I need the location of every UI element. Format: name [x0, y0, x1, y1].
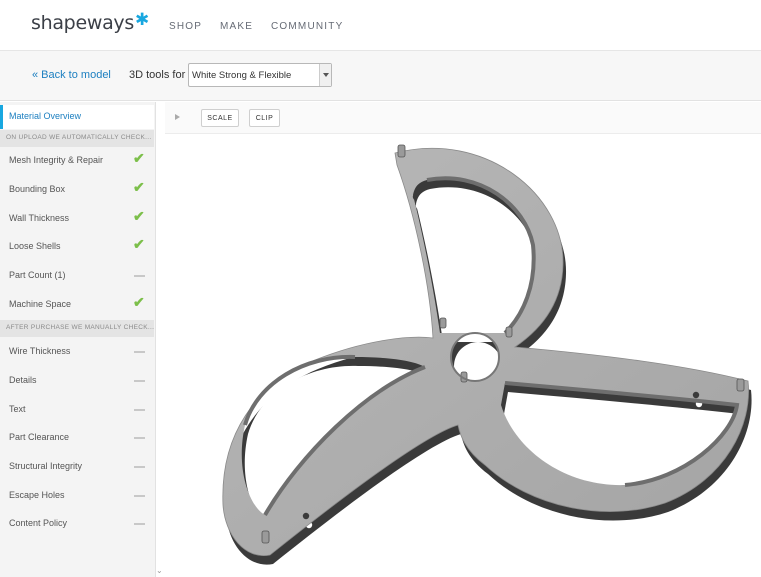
- nav-shop[interactable]: SHOP: [169, 21, 202, 32]
- check-icon: ✔: [133, 236, 145, 252]
- tools-toolbar: « Back to model 3D tools for White Stron…: [0, 51, 761, 101]
- check-item-part-clearance[interactable]: Part Clearance: [0, 424, 154, 452]
- auto-check-header-text: ON UPLOAD WE AUTOMATICALLY CHECK...: [6, 134, 152, 141]
- check-item-label: Mesh Integrity & Repair: [9, 155, 104, 165]
- expand-arrow-icon[interactable]: [175, 114, 180, 120]
- logo-text: shapeways: [31, 12, 134, 34]
- material-select-value: White Strong & Flexible: [192, 70, 292, 81]
- check-icon: ✔: [133, 179, 145, 195]
- check-item-text[interactable]: Text: [0, 396, 154, 424]
- tools-for-label: 3D tools for: [129, 69, 186, 81]
- check-item-wall-thickness[interactable]: Wall Thickness ✔: [0, 205, 154, 233]
- clip-button[interactable]: CLIP: [249, 109, 280, 127]
- top-header: shapeways✱ SHOP MAKE COMMUNITY: [0, 0, 761, 51]
- check-item-machine-space[interactable]: Machine Space ✔: [0, 291, 154, 319]
- scale-button[interactable]: SCALE: [201, 109, 239, 127]
- check-item-bounding-box[interactable]: Bounding Box ✔: [0, 176, 154, 204]
- check-item-label: Bounding Box: [9, 184, 66, 194]
- manual-check-header-text: AFTER PURCHASE WE MANUALLY CHECK...: [6, 324, 155, 331]
- check-item-content-policy[interactable]: Content Policy: [0, 510, 154, 538]
- check-item-label: Wall Thickness: [9, 213, 70, 223]
- check-item-part-count[interactable]: Part Count (1): [0, 262, 154, 290]
- check-icon: ✔: [133, 208, 145, 224]
- material-select[interactable]: White Strong & Flexible: [188, 63, 332, 87]
- dash-icon: [134, 437, 145, 439]
- sidebar-item-label: Material Overview: [9, 111, 82, 121]
- viewer-toolbar: SCALE CLIP: [165, 102, 761, 134]
- shapeways-logo[interactable]: shapeways✱: [31, 10, 149, 34]
- dash-icon: [134, 275, 145, 277]
- check-item-structural-integrity[interactable]: Structural Integrity: [0, 453, 154, 481]
- check-item-label: Text: [9, 404, 26, 414]
- check-item-escape-holes[interactable]: Escape Holes: [0, 482, 154, 510]
- dash-icon: [134, 409, 145, 411]
- check-item-label: Loose Shells: [9, 241, 61, 251]
- nav-community[interactable]: COMMUNITY: [271, 21, 343, 32]
- nav-make[interactable]: MAKE: [220, 21, 253, 32]
- check-icon: ✔: [133, 150, 145, 166]
- logo-star-icon: ✱: [134, 10, 149, 30]
- check-item-loose-shells[interactable]: Loose Shells ✔: [0, 233, 154, 261]
- check-icon: ✔: [133, 294, 145, 310]
- scroll-down-icon[interactable]: ⌄: [156, 566, 163, 575]
- check-item-details[interactable]: Details: [0, 367, 154, 395]
- check-item-label: Escape Holes: [9, 490, 65, 500]
- check-item-label: Wire Thickness: [9, 346, 71, 356]
- checks-sidebar: Material Overview ON UPLOAD WE AUTOMATIC…: [0, 102, 156, 577]
- chevron-down-icon[interactable]: [319, 64, 331, 86]
- dash-icon: [134, 495, 145, 497]
- dash-icon: [134, 523, 145, 525]
- auto-check-header: ON UPLOAD WE AUTOMATICALLY CHECK...: [0, 130, 154, 147]
- check-item-label: Part Count (1): [9, 270, 66, 280]
- check-item-mesh-integrity[interactable]: Mesh Integrity & Repair ✔: [0, 147, 154, 175]
- check-item-label: Details: [9, 375, 37, 385]
- back-to-model-link[interactable]: « Back to model: [32, 69, 111, 81]
- model-viewer[interactable]: SCALE CLIP: [165, 102, 761, 577]
- sidebar-item-material-overview[interactable]: Material Overview: [0, 105, 154, 129]
- check-item-label: Machine Space: [9, 299, 72, 309]
- check-item-wire-thickness[interactable]: Wire Thickness: [0, 338, 154, 366]
- model-top-face: [222, 148, 749, 557]
- check-item-label: Part Clearance: [9, 432, 70, 442]
- dash-icon: [134, 351, 145, 353]
- check-item-label: Content Policy: [9, 518, 68, 528]
- dash-icon: [134, 380, 145, 382]
- propeller-3d-model[interactable]: [165, 135, 761, 577]
- manual-check-header: AFTER PURCHASE WE MANUALLY CHECK...: [0, 320, 154, 337]
- dash-icon: [134, 466, 145, 468]
- check-item-label: Structural Integrity: [9, 461, 83, 471]
